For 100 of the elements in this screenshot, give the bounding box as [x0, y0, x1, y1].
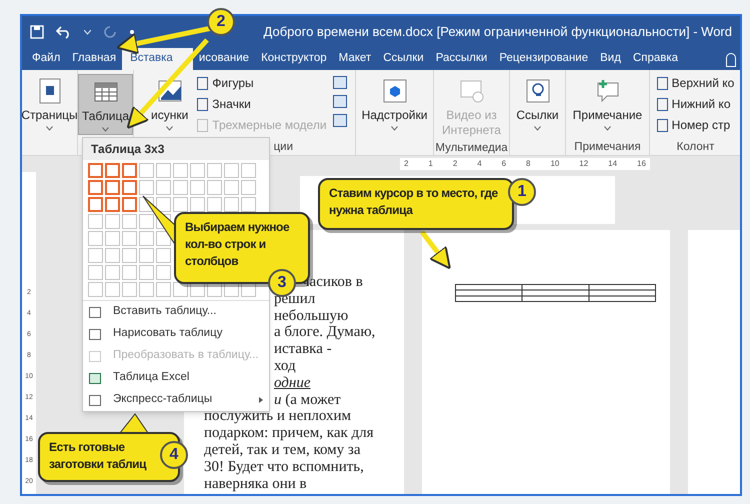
- ribbon-tab[interactable]: Конструктор: [255, 48, 333, 70]
- grid-cell[interactable]: [173, 282, 188, 297]
- grid-cell[interactable]: [88, 180, 103, 195]
- grid-cell[interactable]: [156, 163, 171, 178]
- grid-cell[interactable]: [156, 248, 171, 263]
- grid-cell[interactable]: [122, 265, 137, 280]
- menu-item[interactable]: Экспресс-таблицы: [83, 389, 269, 411]
- caret-icon[interactable]: [84, 30, 91, 34]
- grid-cell[interactable]: [105, 180, 120, 195]
- grid-cell[interactable]: [173, 197, 188, 212]
- grid-cell[interactable]: [105, 248, 120, 263]
- grid-cell[interactable]: [156, 282, 171, 297]
- ribbon-button[interactable]: Фигуры: [197, 74, 327, 92]
- grid-cell[interactable]: [105, 163, 120, 178]
- grid-cell[interactable]: [139, 214, 154, 229]
- grid-cell[interactable]: [190, 180, 205, 195]
- grid-cell[interactable]: [224, 163, 239, 178]
- grid-cell[interactable]: [156, 231, 171, 246]
- text-line: детей, так и тем, кому за: [204, 442, 362, 459]
- grid-cell[interactable]: [139, 163, 154, 178]
- caret-icon: [102, 127, 109, 132]
- grid-cell[interactable]: [241, 163, 256, 178]
- text-line: небольшую: [274, 308, 350, 324]
- grid-cell[interactable]: [88, 248, 103, 263]
- text-line: послужить и неплохим: [204, 408, 352, 426]
- ribbon-tab[interactable]: Рецензирование: [493, 48, 594, 70]
- ribbon-tab[interactable]: Файл: [26, 48, 66, 70]
- grid-cell[interactable]: [241, 180, 256, 195]
- pointer-arrow: [420, 230, 451, 270]
- grid-cell[interactable]: [139, 180, 154, 195]
- grid-cell[interactable]: [122, 180, 137, 195]
- grid-cell[interactable]: [88, 163, 103, 178]
- ribbon-button[interactable]: Значки: [197, 95, 327, 113]
- ruler-number: 4: [477, 158, 482, 170]
- ribbon-button[interactable]: Номер стр: [656, 116, 734, 134]
- grid-cell[interactable]: [173, 163, 188, 178]
- lightbulb-icon[interactable]: [726, 53, 736, 67]
- ruler-number: 12: [579, 158, 588, 170]
- grid-cell[interactable]: [190, 197, 205, 212]
- caret-icon: [604, 126, 611, 131]
- ribbon-tab[interactable]: Главная: [66, 48, 122, 70]
- callout-tooltip: Ставим курсор в то место, где нужна таблица: [318, 178, 514, 230]
- grid-cell[interactable]: [122, 214, 137, 229]
- grid-cell[interactable]: [207, 163, 222, 178]
- grid-cell[interactable]: [207, 180, 222, 195]
- grid-cell[interactable]: [207, 197, 222, 212]
- grid-cell[interactable]: [88, 214, 103, 229]
- grid-cell[interactable]: [88, 197, 103, 212]
- grid-cell[interactable]: [88, 231, 103, 246]
- menu-title: Таблица 3x3: [91, 141, 164, 158]
- group-label: Примечания: [574, 141, 641, 153]
- grid-cell[interactable]: [122, 282, 137, 297]
- menu-item[interactable]: Вставить таблицу...: [83, 301, 269, 323]
- grid-cell[interactable]: [156, 197, 171, 212]
- ribbon-tab[interactable]: исование: [192, 48, 256, 70]
- ruler-number: 8: [526, 158, 530, 170]
- grid-cell[interactable]: [88, 282, 103, 297]
- ribbon-tab[interactable]: Вид: [594, 48, 627, 70]
- ribbon-button[interactable]: Надстройки: [358, 74, 430, 133]
- ribbon-button[interactable]: Верхний ко: [656, 74, 734, 92]
- menu-item[interactable]: Таблица Excel: [83, 367, 269, 389]
- caret-icon: [46, 126, 53, 131]
- grid-cell[interactable]: [105, 197, 120, 212]
- grid-cell[interactable]: [105, 214, 120, 229]
- ribbon-button[interactable]: Нижний ко: [656, 95, 734, 113]
- grid-cell[interactable]: [224, 180, 239, 195]
- grid-cell[interactable]: [122, 163, 137, 178]
- ruler-number: 6: [502, 158, 506, 170]
- text-line: подарком: причем, как для: [204, 425, 375, 442]
- grid-cell[interactable]: [139, 231, 154, 246]
- undo-icon[interactable]: [56, 25, 72, 39]
- ribbon-tab[interactable]: Ссылки: [377, 48, 430, 70]
- ribbon-button[interactable]: исунки: [148, 74, 192, 133]
- grid-cell[interactable]: [122, 197, 137, 212]
- grid-cell[interactable]: [139, 248, 154, 263]
- ruler-number: 2: [404, 158, 408, 170]
- menu-item[interactable]: Нарисовать таблицу: [83, 323, 269, 345]
- grid-cell[interactable]: [173, 180, 188, 195]
- grid-cell[interactable]: [139, 282, 154, 297]
- grid-cell[interactable]: [156, 180, 171, 195]
- grid-cell[interactable]: [88, 265, 103, 280]
- grid-cell[interactable]: [241, 197, 256, 212]
- ribbon-tab[interactable]: Рассылки: [430, 48, 494, 70]
- grid-cell[interactable]: [139, 265, 154, 280]
- ribbon-button[interactable]: Примечание: [570, 74, 646, 133]
- grid-cell[interactable]: [122, 231, 137, 246]
- save-icon[interactable]: [30, 25, 44, 39]
- ribbon-tab[interactable]: Справка: [626, 48, 684, 70]
- grid-cell[interactable]: [224, 197, 239, 212]
- grid-cell[interactable]: [190, 163, 205, 178]
- grid-cell[interactable]: [105, 282, 120, 297]
- redo-icon[interactable]: [103, 25, 117, 39]
- ruler-number: 2: [452, 158, 458, 170]
- ribbon-button[interactable]: Таблица: [78, 74, 134, 135]
- grid-cell[interactable]: [105, 231, 120, 246]
- ribbon-tab[interactable]: Макет: [332, 48, 378, 70]
- grid-cell[interactable]: [122, 248, 137, 263]
- grid-cell[interactable]: [156, 265, 171, 280]
- ribbon-button[interactable]: Ссылки: [513, 74, 562, 133]
- grid-cell[interactable]: [105, 265, 120, 280]
